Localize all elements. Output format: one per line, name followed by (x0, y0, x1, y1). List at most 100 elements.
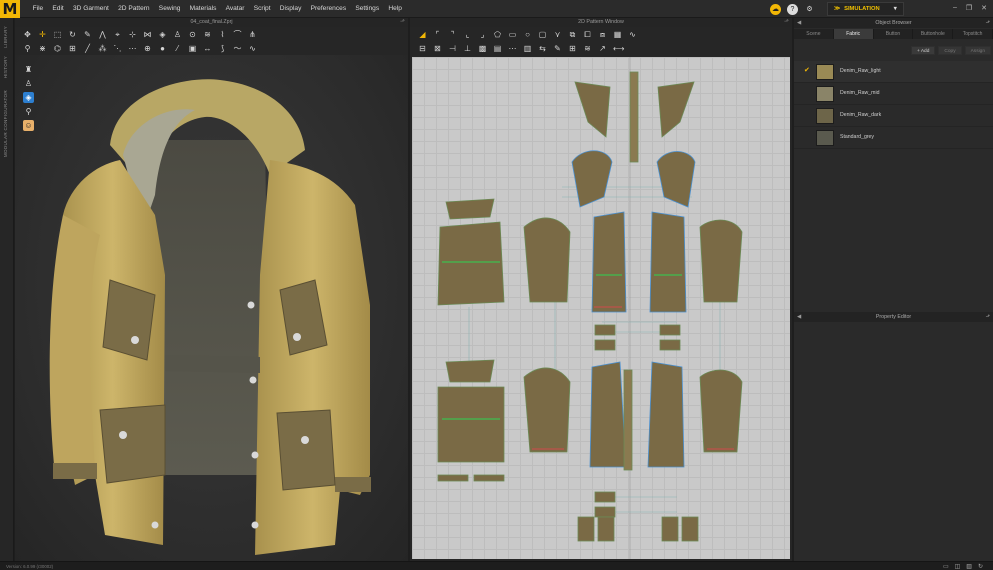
edit-curve-icon[interactable]: ⌝ (448, 30, 457, 39)
zipper-icon[interactable]: ⋔ (248, 30, 257, 39)
menu-help[interactable]: Help (384, 0, 407, 18)
button-tool-icon[interactable]: ⊙ (188, 30, 197, 39)
pleat-icon[interactable]: ≋ (203, 30, 212, 39)
menu-avatar[interactable]: Avatar (221, 0, 249, 18)
maximize-icon[interactable]: ⬏ (400, 18, 405, 27)
edge-icon[interactable]: ⁄ (173, 44, 182, 53)
wave-icon[interactable]: 〜 (233, 44, 242, 53)
help-icon[interactable]: ? (787, 3, 798, 15)
minimize-icon[interactable]: – (953, 4, 957, 12)
topstitch-icon[interactable]: ⋯ (508, 44, 517, 53)
graphic-pattern-icon[interactable]: ▤ (493, 44, 502, 53)
maximize-icon[interactable]: ⬏ (784, 18, 789, 27)
menu-script[interactable]: Script (249, 0, 275, 18)
hanger-icon[interactable]: ⚲ (23, 106, 34, 117)
grading-icon[interactable]: ⊠ (433, 44, 442, 53)
add-fabric-button[interactable]: + Add (910, 46, 936, 55)
arrow-icon[interactable]: ↗ (598, 44, 607, 53)
rail-modular-configurator[interactable]: MODULAR CONFIGURATOR (3, 90, 8, 157)
segment-sewing-icon[interactable]: ⧠ (583, 30, 592, 39)
gizmo-icon[interactable]: ✛ (38, 30, 47, 39)
symmetry-icon[interactable]: ⇆ (538, 44, 547, 53)
trim-icon[interactable]: ⊕ (143, 44, 152, 53)
texture-edit-icon[interactable]: ▦ (613, 30, 622, 39)
grid-toggle-icon[interactable]: ⊞ (568, 44, 577, 53)
seam-allowance-icon[interactable]: ⊟ (418, 44, 427, 53)
maximize-icon[interactable]: ⬏ (986, 312, 990, 322)
fold-pattern-icon[interactable]: ⊥ (463, 44, 472, 53)
list-item[interactable]: Denim_Raw_dark (794, 105, 993, 127)
length-icon[interactable]: ⟷ (613, 44, 624, 53)
dart-icon[interactable]: ⋎ (553, 30, 562, 39)
rotate-icon[interactable]: ↻ (68, 30, 77, 39)
copy-fabric-button[interactable]: Copy (938, 46, 962, 55)
stretch-icon[interactable]: ↔ (203, 44, 212, 53)
tab-button[interactable]: Button (874, 29, 914, 39)
layout-triple-icon[interactable]: ▥ (966, 563, 972, 570)
pattern-canvas[interactable] (412, 57, 790, 559)
refresh-icon[interactable]: ↻ (978, 563, 983, 570)
menu-2d-pattern[interactable]: 2D Pattern (113, 0, 154, 18)
line-icon[interactable]: ╱ (83, 44, 92, 53)
strap-icon[interactable]: ⌒ (233, 30, 242, 39)
polygon-icon[interactable]: ⬠ (493, 30, 502, 39)
restore-icon[interactable]: ❐ (966, 4, 972, 12)
elastic-icon[interactable]: ∿ (248, 44, 257, 53)
pleat-pattern-icon[interactable]: ≋ (583, 44, 592, 53)
tab-fabric[interactable]: Fabric (833, 29, 874, 39)
pin-icon[interactable]: ◀ (797, 312, 801, 322)
menu-3d-garment[interactable]: 3D Garment (68, 0, 113, 18)
grid-icon[interactable]: ⊞ (68, 44, 77, 53)
simulation-dropdown[interactable]: ≫ SIMULATION ▾ (827, 2, 904, 16)
free-sewing-icon[interactable]: ⧈ (598, 30, 607, 39)
skin-display-icon[interactable]: ☺ (23, 120, 34, 131)
layout-single-icon[interactable]: ▭ (943, 563, 949, 570)
internal-polygon-icon[interactable]: ▢ (538, 30, 547, 39)
edit-sewing-icon[interactable]: ⧉ (568, 30, 577, 39)
tab-scene[interactable]: Scene (794, 29, 834, 39)
trace-icon[interactable]: ∿ (628, 30, 637, 39)
puckering-icon[interactable]: ⌇ (218, 30, 227, 39)
rail-library[interactable]: LIBRARY (3, 26, 8, 48)
measure-icon[interactable]: ⊹ (128, 30, 137, 39)
list-item[interactable]: Denim_Raw_mid (794, 83, 993, 105)
lasso-icon[interactable]: ⟆ (218, 44, 227, 53)
layout-split-icon[interactable]: ◫ (955, 563, 961, 570)
tab-buttonhole[interactable]: Buttonhole (913, 29, 954, 39)
garment-display-icon[interactable]: ♜ (23, 64, 34, 75)
add-point-icon[interactable]: ⌞ (463, 30, 472, 39)
stitch-icon[interactable]: ⋱ (113, 44, 122, 53)
menu-file[interactable]: File (28, 0, 48, 18)
edit-point-icon[interactable]: ⌜ (433, 30, 442, 39)
fill-icon[interactable]: ▩ (478, 44, 487, 53)
list-item[interactable]: ✔ Denim_Raw_light (794, 61, 993, 83)
curvature-icon[interactable]: ⌟ (478, 30, 487, 39)
brush-icon[interactable]: ⌬ (53, 44, 62, 53)
avatar-display-icon[interactable]: ♙ (23, 78, 34, 89)
close-icon[interactable]: ✕ (981, 4, 987, 12)
cloud-sync-icon[interactable]: ☁ (770, 3, 781, 15)
menu-materials[interactable]: Materials (185, 0, 221, 18)
graphic-icon[interactable]: ▣ (188, 44, 197, 53)
annotation-icon[interactable]: ✎ (553, 44, 562, 53)
texture-icon[interactable]: ⁂ (98, 44, 107, 53)
avatar-measure-icon[interactable]: ♙ (173, 30, 182, 39)
menu-sewing[interactable]: Sewing (154, 0, 185, 18)
fabric-render-icon[interactable]: ◈ (23, 92, 34, 103)
circle-icon[interactable]: ○ (523, 30, 532, 39)
menu-edit[interactable]: Edit (48, 0, 69, 18)
menu-preferences[interactable]: Preferences (306, 0, 351, 18)
select-move-icon[interactable]: ✥ (23, 30, 32, 39)
transform-pattern-icon[interactable]: ◢ (418, 30, 427, 39)
3d-viewport[interactable]: ♜ ♙ ◈ ⚲ ☺ (15, 55, 408, 561)
fold-icon[interactable]: ⋀ (98, 30, 107, 39)
shape-icon[interactable]: ⋇ (38, 44, 47, 53)
avatar-settings-icon[interactable]: ⚙ (804, 4, 815, 15)
tab-topstitch[interactable]: Topstitch (953, 29, 993, 39)
rectangle-icon[interactable]: ▭ (508, 30, 517, 39)
pin-tool-icon[interactable]: ✎ (83, 30, 92, 39)
arrangement-icon[interactable]: ◈ (158, 30, 167, 39)
menu-settings[interactable]: Settings (351, 0, 384, 18)
tack-icon[interactable]: ⌖ (113, 30, 122, 39)
seam-icon[interactable]: ⋯ (128, 44, 137, 53)
